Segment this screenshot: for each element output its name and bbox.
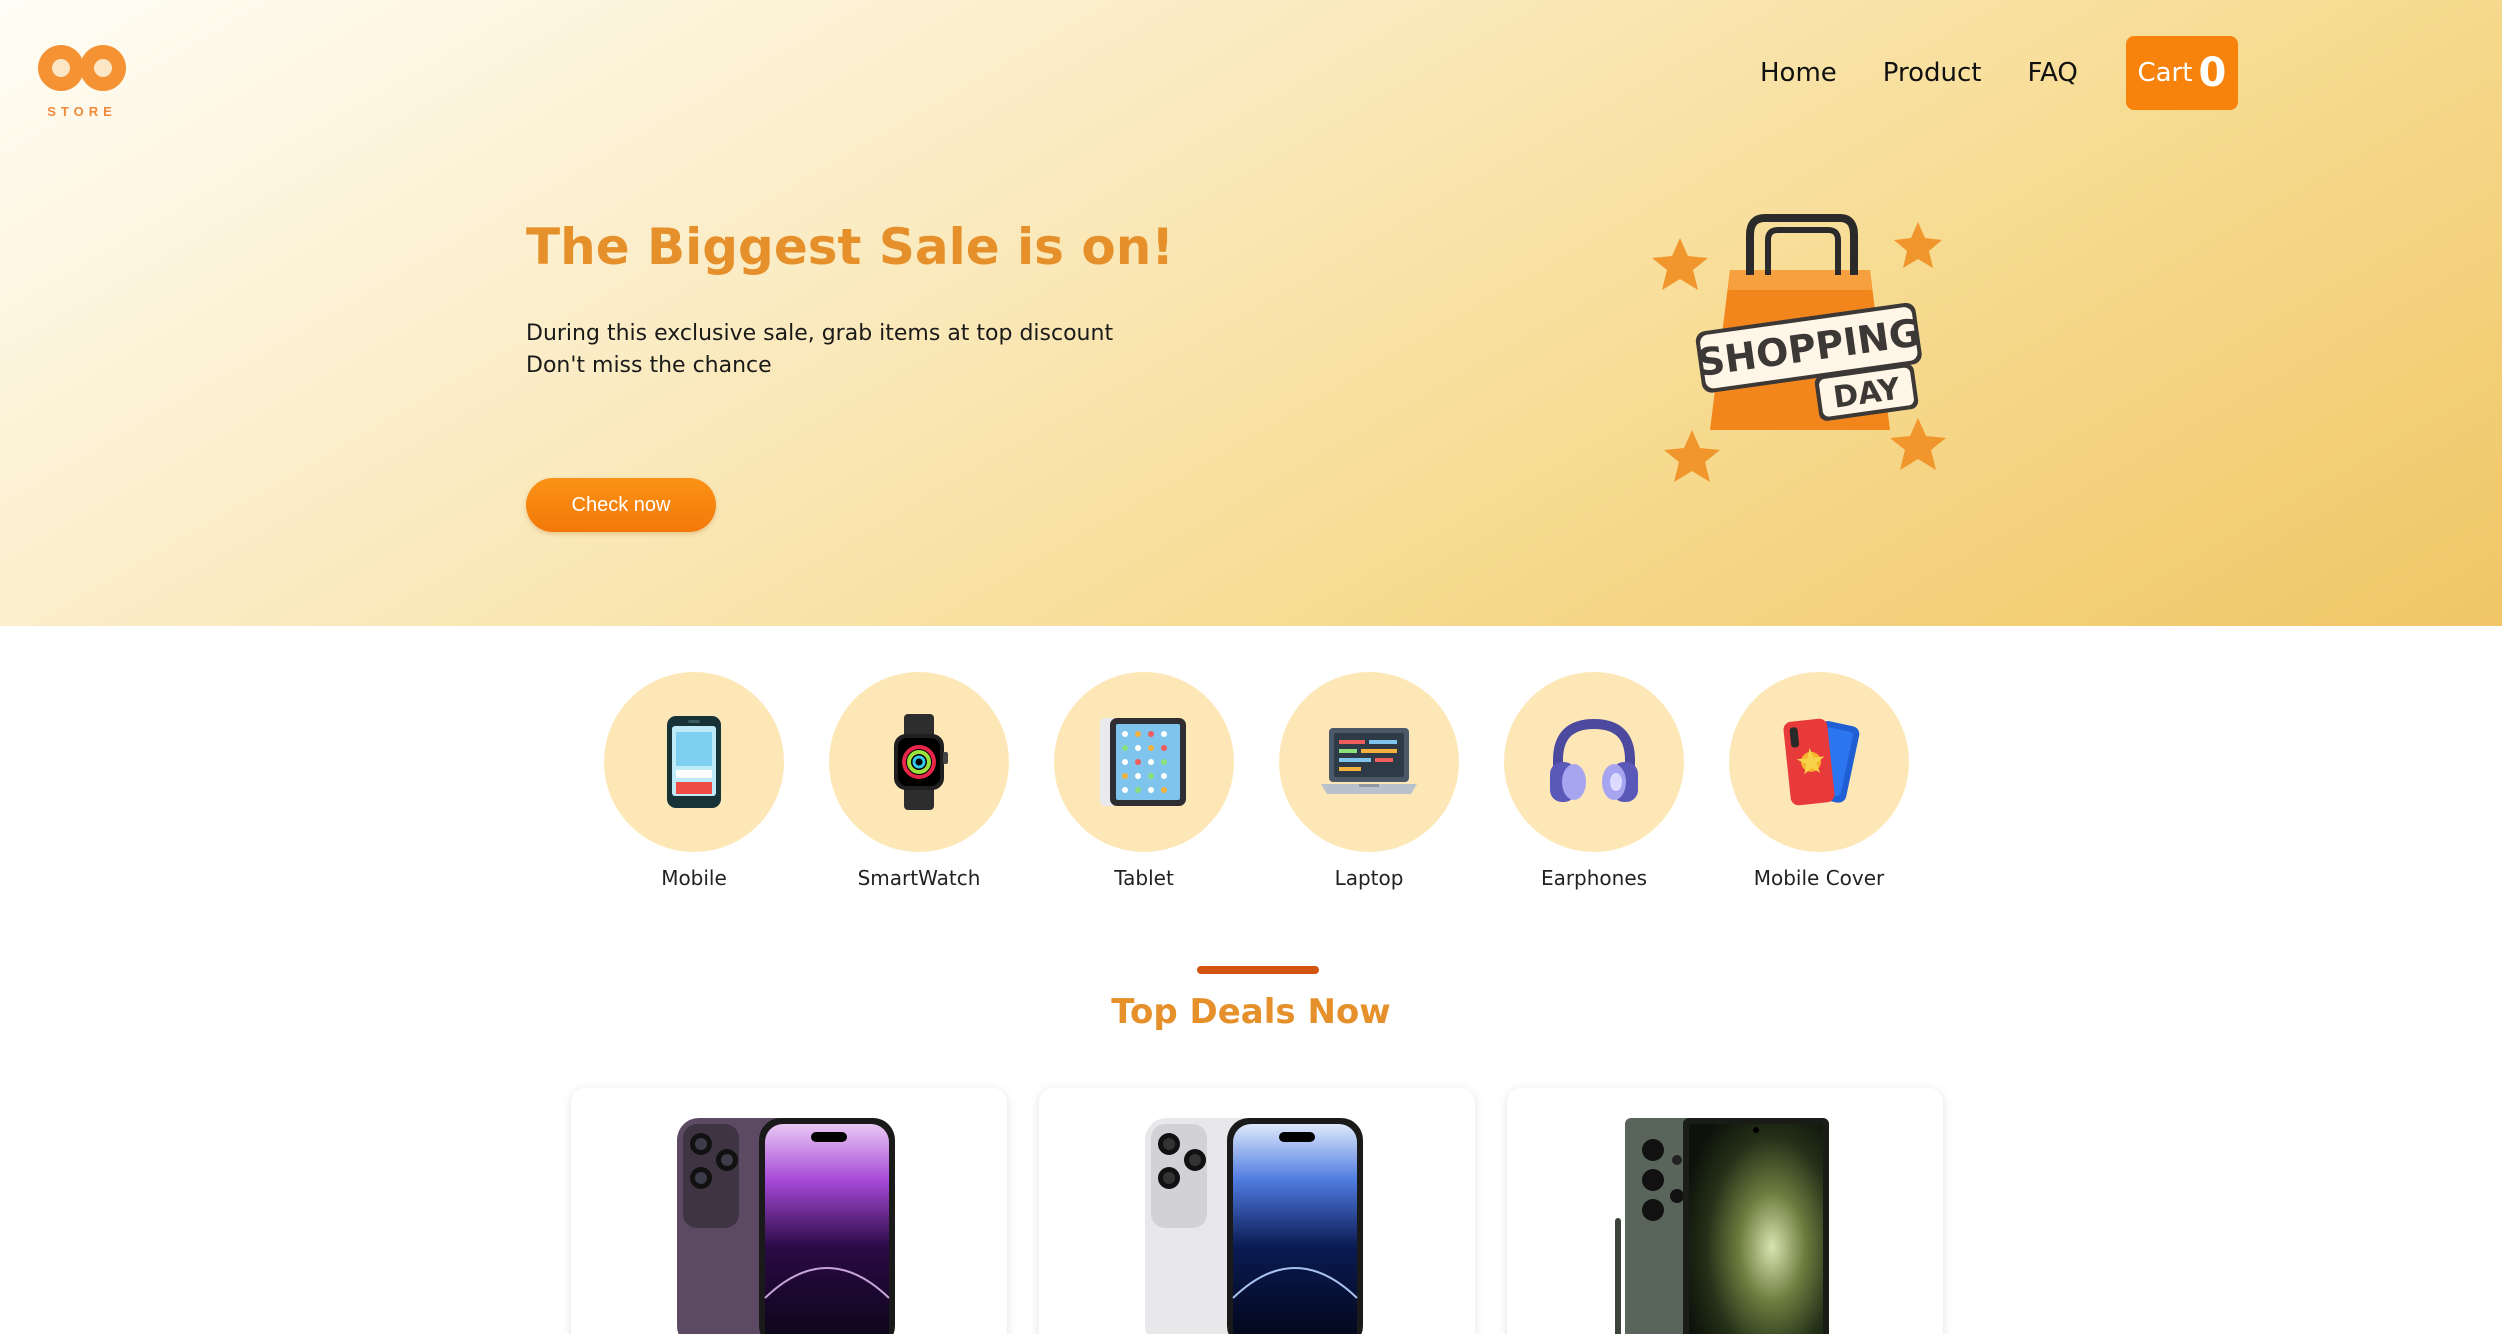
product-card[interactable] [1507, 1088, 1943, 1334]
category-mobile[interactable]: Mobile [604, 672, 784, 890]
infinity-logo-icon [38, 45, 126, 91]
top-deals-title: Top Deals Now [1111, 992, 1391, 1032]
category-label: Mobile Cover [1753, 866, 1885, 890]
category-label: Tablet [1114, 866, 1174, 890]
mobile-icon [667, 716, 721, 808]
check-now-button[interactable]: Check now [526, 478, 716, 532]
shopping-day-illustration: SHOPPING DAY [1640, 200, 1960, 510]
laptop-icon [1321, 728, 1417, 794]
hero-line-1: During this exclusive sale, grab items a… [526, 321, 1114, 346]
headphones-icon [1550, 718, 1638, 802]
purple-phone-image [677, 1118, 895, 1334]
category-tablet[interactable]: Tablet [1054, 672, 1234, 890]
product-card[interactable] [571, 1088, 1007, 1334]
phone-cover-icon [1783, 718, 1860, 806]
category-label: Mobile [661, 866, 727, 890]
category-circle [1729, 672, 1909, 852]
category-circle [604, 672, 784, 852]
category-label: SmartWatch [857, 866, 981, 890]
category-smartwatch[interactable]: SmartWatch [829, 672, 1009, 890]
cart-count: 0 [2198, 50, 2227, 96]
star-icon [1890, 418, 1946, 470]
logo-text: STORE [47, 104, 117, 119]
nav-faq[interactable]: FAQ [2028, 58, 2078, 88]
smartwatch-icon [894, 714, 948, 810]
hero-description: During this exclusive sale, grab items a… [526, 318, 1113, 382]
category-circle [1279, 672, 1459, 852]
category-circle [1054, 672, 1234, 852]
star-icon [1894, 222, 1942, 268]
store-logo[interactable]: STORE [34, 38, 130, 122]
shopping-bag-icon: SHOPPING DAY [1652, 214, 1946, 482]
nav-product[interactable]: Product [1883, 58, 1982, 88]
category-circle [829, 672, 1009, 852]
star-icon [1664, 430, 1720, 482]
silver-phone-image [1145, 1118, 1363, 1334]
product-card[interactable] [1039, 1088, 1475, 1334]
category-label: Earphones [1540, 866, 1648, 890]
category-laptop[interactable]: Laptop [1279, 672, 1459, 890]
green-phone-image [1615, 1118, 1829, 1334]
hero-banner: STORE Home Product FAQ Cart 0 The Bigges… [0, 0, 2502, 626]
category-label: Laptop [1334, 866, 1404, 890]
category-earphones[interactable]: Earphones [1504, 672, 1684, 890]
star-icon [1652, 238, 1708, 290]
main-nav: Home Product FAQ Cart 0 [1760, 36, 2238, 110]
cart-label: Cart [2137, 58, 2193, 88]
hero-line-2: Don't miss the chance [526, 353, 772, 378]
nav-home[interactable]: Home [1760, 58, 1837, 88]
category-circle [1504, 672, 1684, 852]
category-mobile-cover[interactable]: Mobile Cover [1729, 672, 1909, 890]
cart-button[interactable]: Cart 0 [2125, 36, 2238, 110]
section-divider [1197, 966, 1319, 974]
tablet-icon [1100, 718, 1186, 806]
hero-title: The Biggest Sale is on! [526, 218, 1175, 276]
